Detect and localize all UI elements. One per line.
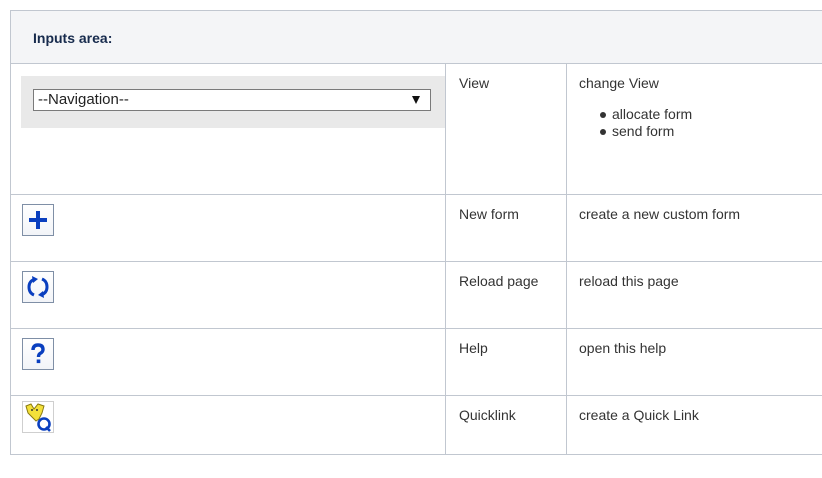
help-icon-cell <box>10 328 446 396</box>
quicklink-icon <box>22 401 54 433</box>
table-row-reload-page: Reload page reload this page <box>10 261 822 329</box>
table-row-help: Help open this help <box>10 328 822 396</box>
navigation-icon-cell: --Navigation-- <box>10 63 446 195</box>
reload-description-cell: reload this page <box>565 261 822 329</box>
row-name: Quicklink <box>459 407 516 423</box>
navigation-options-list: allocate form send form <box>567 106 822 140</box>
new-form-description-cell: create a new custom form <box>565 194 822 262</box>
quicklink-button[interactable] <box>22 401 54 433</box>
dropdown-arrow-icon <box>412 96 420 104</box>
row-name: View <box>459 75 490 91</box>
plus-icon <box>29 211 47 229</box>
help-icon <box>31 343 45 364</box>
table-row-quicklink: Quicklink create a Quick Link <box>10 395 822 455</box>
row-name: Help <box>459 340 488 356</box>
navigation-description-cell: change View allocate form send form <box>565 63 822 195</box>
row-description: change View <box>579 75 659 91</box>
quicklink-name-cell: Quicklink <box>445 395 567 455</box>
row-description: open this help <box>579 340 667 356</box>
new-form-button[interactable] <box>22 204 54 236</box>
row-description: reload this page <box>579 273 679 289</box>
list-item: send form <box>600 123 822 140</box>
reload-icon <box>27 276 49 298</box>
reload-icon-cell <box>10 261 446 329</box>
navigation-name-cell: View <box>445 63 567 195</box>
help-description-cell: open this help <box>565 328 822 396</box>
inputs-area-table-wrapper: Inputs area: --Navigation-- View change … <box>9 10 822 455</box>
quicklink-icon-cell <box>10 395 446 455</box>
table-header-cell: Inputs area: <box>9 10 822 64</box>
navigation-select-frame: --Navigation-- <box>21 76 445 128</box>
quicklink-description-cell: create a Quick Link <box>565 395 822 455</box>
inputs-area-table: Inputs area: --Navigation-- View change … <box>9 10 822 455</box>
row-description: create a new custom form <box>579 206 741 222</box>
list-item: allocate form <box>600 106 822 123</box>
navigation-select-value: --Navigation-- <box>38 91 129 108</box>
navigation-select[interactable]: --Navigation-- <box>33 89 431 111</box>
row-name: New form <box>459 206 519 222</box>
table-row-new-form: New form create a new custom form <box>10 194 822 262</box>
row-name: Reload page <box>459 273 539 289</box>
reload-name-cell: Reload page <box>445 261 567 329</box>
help-button[interactable] <box>22 338 54 370</box>
new-form-name-cell: New form <box>445 194 567 262</box>
reload-page-button[interactable] <box>22 271 54 303</box>
table-row-navigation: --Navigation-- View change View allocate… <box>10 63 822 195</box>
table-header-row: Inputs area: <box>9 10 822 64</box>
row-description: create a Quick Link <box>579 407 699 423</box>
table-header-title: Inputs area: <box>33 30 113 46</box>
new-form-icon-cell <box>10 194 446 262</box>
help-name-cell: Help <box>445 328 567 396</box>
